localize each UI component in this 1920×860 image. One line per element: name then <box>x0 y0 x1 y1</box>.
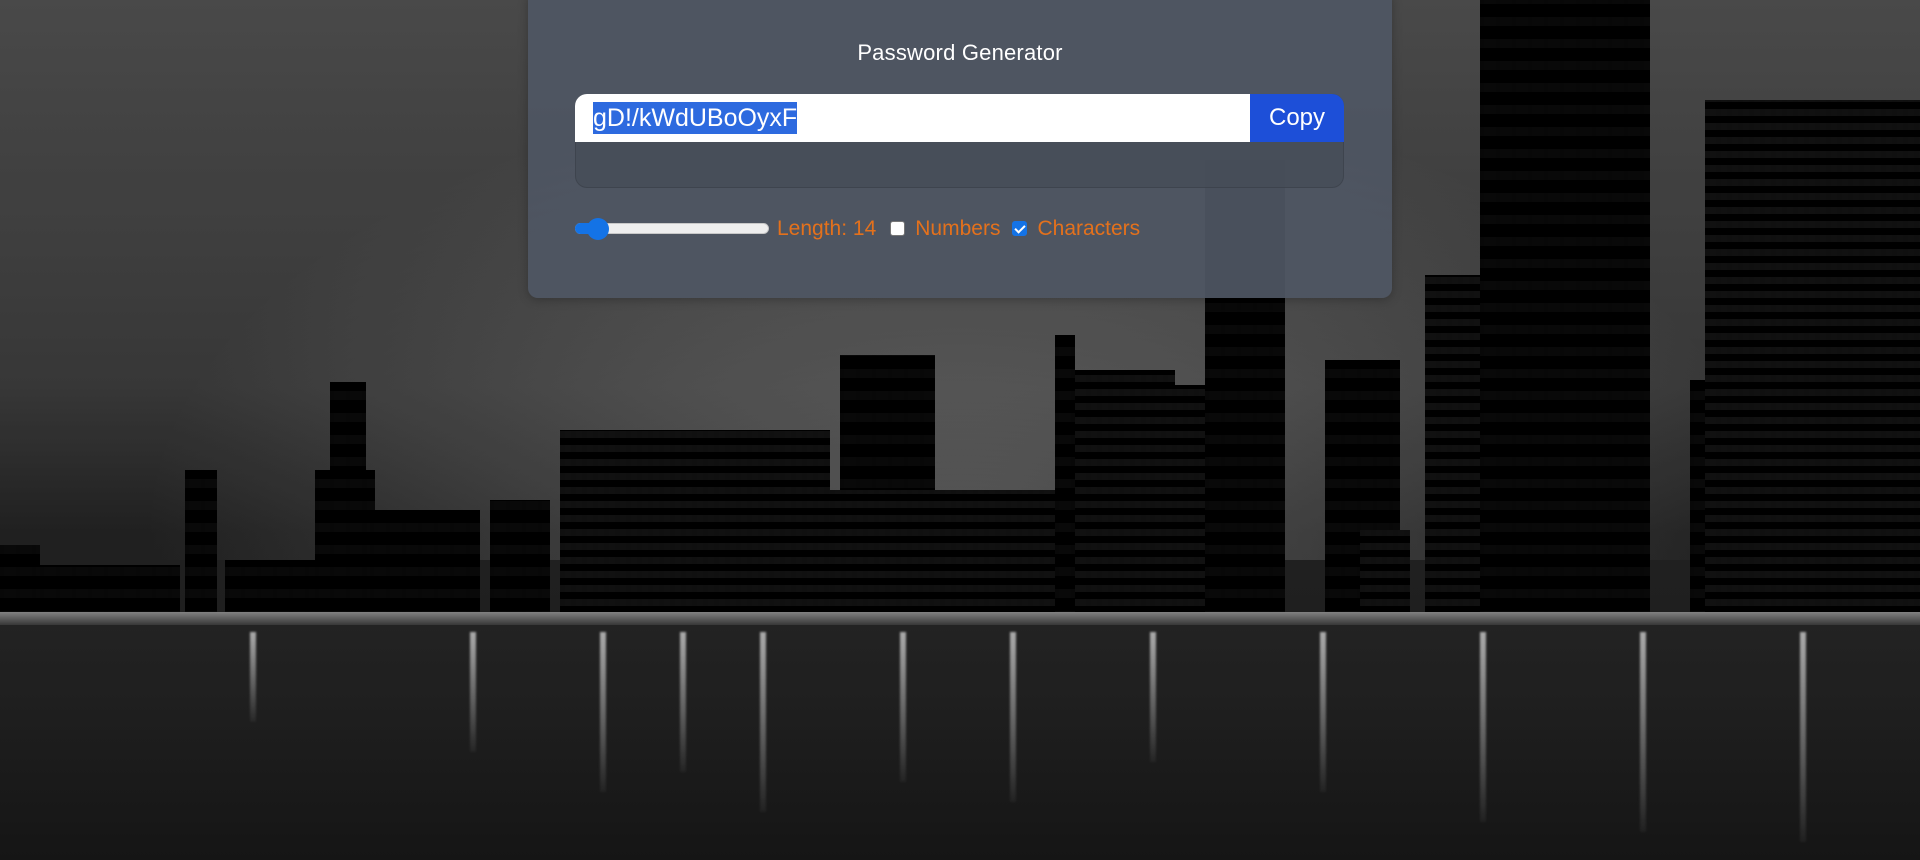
length-slider[interactable] <box>575 215 769 243</box>
numbers-label[interactable]: Numbers <box>915 217 1000 241</box>
length-label: Length: 14 <box>777 217 877 240</box>
numbers-checkbox[interactable] <box>890 220 906 236</box>
password-text-selected: gD!/kWdUBoOyxF <box>593 102 798 134</box>
copy-button[interactable]: Copy <box>1250 94 1344 142</box>
app-title: Password Generator <box>857 40 1063 65</box>
characters-label[interactable]: Characters <box>1037 217 1140 241</box>
password-field[interactable]: gD!/kWdUBoOyxF <box>575 94 1250 142</box>
characters-checkbox[interactable] <box>1012 220 1028 236</box>
password-generator-card: Password Generator gD!/kWdUBoOyxF Copy L… <box>528 0 1392 298</box>
options-row: Length: 14 Numbers Characters <box>575 214 1140 244</box>
slider-thumb[interactable] <box>587 218 609 240</box>
password-input-group: gD!/kWdUBoOyxF Copy <box>575 94 1344 188</box>
